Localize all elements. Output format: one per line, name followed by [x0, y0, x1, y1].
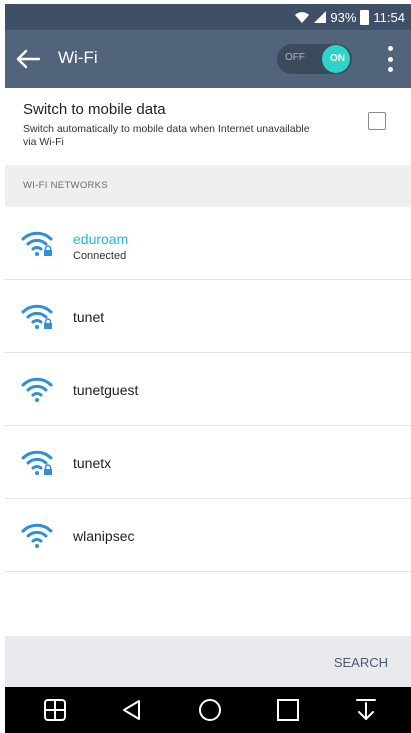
apps-icon[interactable] [42, 698, 68, 722]
wifi-locked-icon [21, 450, 53, 475]
wifi-toggle[interactable]: OFF ON [277, 44, 352, 74]
bottom-action-bar: SEARCH [5, 636, 411, 687]
network-name: tunet [73, 309, 105, 325]
search-button[interactable]: SEARCH [334, 655, 388, 670]
notification-icon[interactable] [353, 698, 379, 722]
back-icon[interactable] [119, 698, 145, 722]
clock: 11:54 [373, 9, 405, 25]
network-name: tunetguest [73, 382, 139, 398]
battery-icon [360, 9, 370, 25]
mobile-data-title: Switch to mobile data [23, 101, 166, 118]
network-status: Connected [73, 250, 127, 262]
wifi-locked-icon [21, 304, 53, 329]
network-item-tunetguest[interactable]: tunetguest [5, 353, 411, 426]
home-icon[interactable] [197, 698, 223, 722]
navigation-bar [5, 687, 411, 733]
battery-percent: 93% [330, 9, 357, 25]
toggle-on-label: ON [330, 53, 345, 64]
back-arrow-icon[interactable] [15, 47, 41, 71]
app-bar: Wi-Fi OFF ON [5, 30, 411, 88]
section-header-label: WI-FI NETWORKS [23, 180, 108, 191]
toggle-off-label: OFF [285, 52, 305, 63]
section-header: WI-FI NETWORKS [5, 165, 411, 207]
network-item-wlanipsec[interactable]: wlanipsec [5, 499, 411, 572]
signal-icon [314, 11, 327, 23]
wifi-icon [21, 377, 53, 402]
network-item-eduroam[interactable]: eduroam Connected [5, 207, 411, 280]
page-title: Wi-Fi [58, 48, 98, 67]
network-name: wlanipsec [73, 528, 135, 544]
wifi-icon [21, 523, 53, 548]
status-bar: 93% 11:54 [5, 4, 411, 30]
wifi-icon [295, 12, 310, 23]
network-name: tunetx [73, 455, 112, 471]
network-item-tunet[interactable]: tunet [5, 280, 411, 353]
mobile-data-row[interactable]: Switch to mobile data Switch automatical… [5, 88, 411, 165]
wifi-locked-icon [21, 231, 53, 256]
overflow-menu-icon[interactable] [386, 46, 394, 72]
network-item-tunetx[interactable]: tunetx [5, 426, 411, 499]
mobile-data-description: Switch automatically to mobile data when… [23, 123, 310, 148]
recents-icon[interactable] [275, 698, 301, 722]
wifi-settings-screen: 93% 11:54 Wi-Fi OFF ON Switch to mobile … [5, 4, 411, 733]
mobile-data-checkbox[interactable] [368, 112, 386, 130]
network-name: eduroam [73, 231, 129, 247]
